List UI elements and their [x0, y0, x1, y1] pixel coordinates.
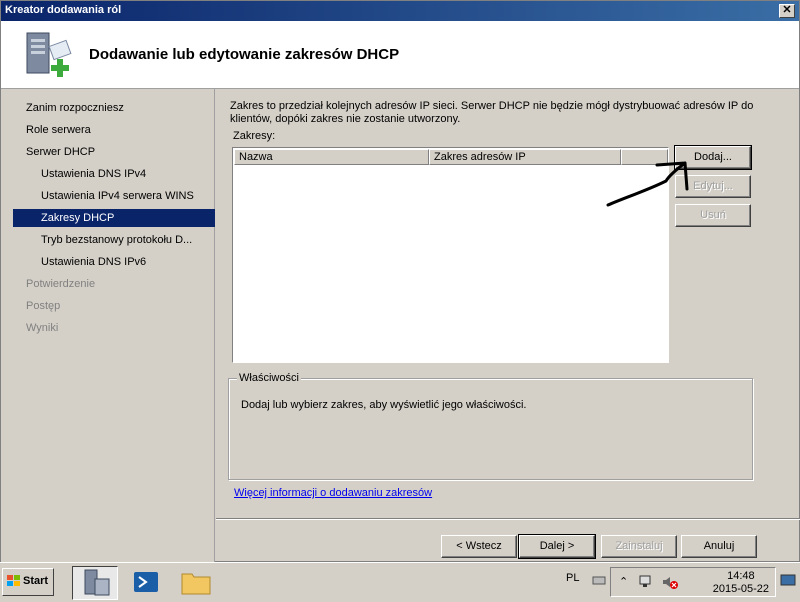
volume-muted-icon[interactable]	[661, 574, 679, 590]
clock-time: 14:48	[727, 570, 755, 582]
close-button[interactable]: ✕	[779, 4, 795, 18]
nav-item[interactable]: Wyniki	[13, 319, 215, 337]
start-label: Start	[23, 575, 49, 587]
nav-item[interactable]: Zanim rozpoczniesz	[13, 99, 215, 117]
system-tray: ⌃ 14:48 2015-05-22	[610, 567, 776, 597]
start-button[interactable]: Start	[2, 568, 54, 596]
server-manager-icon[interactable]	[72, 566, 118, 600]
back-button[interactable]: < Wstecz	[441, 535, 517, 558]
nav-item[interactable]: Postęp	[13, 297, 215, 315]
show-desktop-icon[interactable]	[780, 573, 796, 587]
network-icon[interactable]	[637, 574, 653, 590]
window-title: Kreator dodawania ról	[5, 4, 122, 16]
column-header-extra[interactable]	[621, 149, 668, 165]
clock[interactable]: 14:48 2015-05-22	[713, 570, 769, 596]
page-title: Dodawanie lub edytowanie zakresów DHCP	[89, 46, 400, 63]
nav-item[interactable]: Tryb bezstanowy protokołu D...	[13, 231, 215, 249]
nav-item[interactable]: Serwer DHCP	[13, 143, 215, 161]
footer-separator	[216, 518, 800, 520]
properties-title: Właściwości	[237, 372, 301, 384]
install-button[interactable]: Zainstaluj	[601, 535, 677, 558]
taskbar: Start PL ⌃ 14:48 2015-05-22	[0, 562, 800, 600]
nav-item[interactable]: Ustawienia IPv4 serwera WINS	[13, 187, 215, 205]
nav-item[interactable]: Ustawienia DNS IPv4	[13, 165, 215, 183]
show-hidden-icons-icon[interactable]: ⌃	[619, 575, 628, 588]
keyboard-icon[interactable]	[592, 573, 606, 587]
nav-item[interactable]: Potwierdzenie	[13, 275, 215, 293]
remove-scope-button[interactable]: Usuń	[675, 204, 751, 227]
edit-scope-button[interactable]: Edytuj...	[675, 175, 751, 198]
wizard-header: Dodawanie lub edytowanie zakresów DHCP	[1, 21, 799, 89]
powershell-icon[interactable]	[124, 566, 170, 600]
column-header-name[interactable]: Nazwa	[234, 149, 429, 165]
main-panel: Zakres to przedział kolejnych adresów IP…	[216, 89, 800, 563]
nav-item[interactable]: Zakresy DHCP	[13, 209, 215, 227]
server-add-icon	[26, 32, 72, 77]
scopes-list[interactable]: Nazwa Zakres adresów IP	[232, 147, 669, 363]
properties-group: Właściwości Dodaj lub wybierz zakres, ab…	[228, 372, 753, 480]
next-button[interactable]: Dalej >	[518, 534, 596, 559]
wizard-nav: Zanim rozpoczniesz Role serwera Serwer DHC…	[1, 89, 215, 563]
nav-item[interactable]: Ustawienia DNS IPv6	[13, 253, 215, 271]
server-manager-glyph	[84, 569, 110, 596]
explorer-folder-icon[interactable]	[174, 566, 220, 600]
properties-text: Dodaj lub wybierz zakres, aby wyświetlić…	[241, 399, 527, 411]
powershell-glyph	[134, 572, 158, 592]
scopes-label: Zakresy:	[233, 130, 276, 142]
windows-flag-icon	[7, 575, 20, 587]
add-scope-button[interactable]: Dodaj...	[674, 145, 752, 170]
language-indicator[interactable]: PL	[566, 572, 579, 584]
description-text: Zakres to przedział kolejnych adresów IP…	[230, 100, 754, 125]
folder-glyph	[181, 573, 211, 595]
clock-date: 2015-05-22	[712, 583, 769, 595]
nav-item[interactable]: Role serwera	[13, 121, 215, 139]
title-bar[interactable]: Kreator dodawania ról ✕	[1, 1, 799, 21]
column-header-ip-range[interactable]: Zakres adresów IP	[429, 149, 621, 165]
cancel-button[interactable]: Anuluj	[681, 535, 757, 558]
more-info-link[interactable]: Więcej informacji o dodawaniu zakresów	[234, 487, 432, 499]
wizard-window: Kreator dodawania ról ✕ Dodawanie lub ed…	[0, 0, 800, 563]
